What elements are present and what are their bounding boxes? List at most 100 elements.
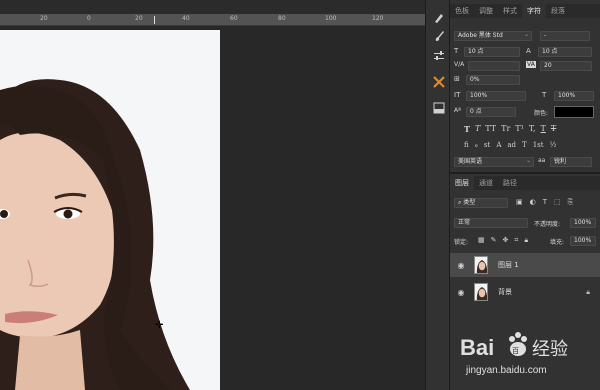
visibility-eye-icon[interactable]: ◉ xyxy=(454,288,468,297)
adjustment-filter-icon[interactable]: ◐ xyxy=(530,198,536,207)
small-caps-button[interactable]: Tr xyxy=(501,124,510,135)
layer-name[interactable]: 背景 xyxy=(498,287,512,297)
shape-filter-icon[interactable]: ⬚ xyxy=(554,198,561,207)
stylistic-alternates-button[interactable]: ad xyxy=(507,141,516,152)
faux-bold-button[interactable]: T xyxy=(464,124,470,135)
scale-icon: ⊞ xyxy=(454,75,460,83)
lock-position-icon[interactable]: ✥ xyxy=(503,236,509,245)
layer-row[interactable]: ◉ 图层 1 xyxy=(450,253,600,277)
layer-row[interactable]: ◉ 背景 🔒︎ xyxy=(450,280,600,304)
lock-transparent-icon[interactable]: ▦ xyxy=(478,236,485,245)
opentype-buttons: fi ℴ st A ad T 1st ½ xyxy=(464,141,556,152)
filter-kind-label: 类型 xyxy=(463,199,476,206)
document-canvas[interactable] xyxy=(0,30,220,390)
font-size-icon: T xyxy=(454,47,459,55)
discretionary-ligatures-button[interactable]: st xyxy=(484,141,490,152)
tracking-field[interactable]: 20 xyxy=(540,61,592,71)
brush-icon[interactable] xyxy=(431,28,446,43)
horizontal-scale-icon: T xyxy=(542,91,547,99)
layer-name[interactable]: 图层 1 xyxy=(498,260,519,270)
leading-field[interactable]: 10 点 xyxy=(538,47,592,57)
contextual-alternates-button[interactable]: ℴ xyxy=(475,141,478,152)
tab-layers[interactable]: 图层 xyxy=(450,176,474,190)
move-cursor-icon: ✛ xyxy=(155,320,164,331)
strikethrough-button[interactable]: T xyxy=(551,124,556,135)
kerning-field[interactable] xyxy=(468,61,520,71)
horizontal-scale-field[interactable]: 100% xyxy=(554,91,594,101)
fill-field[interactable]: 100% xyxy=(570,236,596,246)
color-label: 颜色: xyxy=(534,110,549,117)
underline-button[interactable]: T xyxy=(541,124,546,135)
antialias-label: aa xyxy=(538,157,546,164)
history-brush-icon[interactable] xyxy=(431,10,446,25)
layer-filter-select[interactable]: ⌕ 类型 xyxy=(454,198,508,208)
character-tabs: 色板 调整 样式 字符 段落 xyxy=(450,4,600,18)
tab-paths[interactable]: 路径 xyxy=(498,176,522,190)
tools-icon[interactable] xyxy=(431,74,446,89)
superscript-button[interactable]: T¹ xyxy=(515,124,524,135)
lock-icon: 🔒︎ xyxy=(586,287,590,296)
ruler-label: 120 xyxy=(372,15,384,22)
sliders-icon[interactable] xyxy=(431,48,446,63)
lock-label: 锁定: xyxy=(454,239,469,246)
swash-button[interactable]: A xyxy=(496,141,501,152)
ruler-label: 0 xyxy=(87,15,91,22)
svg-text:百: 百 xyxy=(512,347,519,355)
panel-icon-strip xyxy=(425,0,450,390)
image-filter-icon[interactable]: ▣ xyxy=(516,198,523,207)
ruler-label: 40 xyxy=(182,15,190,22)
lock-artboard-icon[interactable]: ⌗ xyxy=(514,236,518,245)
ruler-label: 60 xyxy=(230,15,238,22)
vertical-scale-icon: IT xyxy=(454,91,461,99)
tab-styles[interactable]: 样式 xyxy=(498,4,522,18)
tab-channels[interactable]: 通道 xyxy=(474,176,498,190)
chevron-down-icon: ⌄ xyxy=(524,31,530,38)
ordinals-button[interactable]: 1st xyxy=(533,141,544,152)
svg-text:经验: 经验 xyxy=(532,339,568,360)
type-style-buttons: T T TT Tr T¹ T, T T xyxy=(464,124,556,135)
svg-text:jingyan.baidu.com: jingyan.baidu.com xyxy=(465,365,547,376)
tab-adjustments[interactable]: 调整 xyxy=(474,4,498,18)
ruler-label: 20 xyxy=(135,15,143,22)
all-caps-button[interactable]: TT xyxy=(485,124,496,135)
subscript-button[interactable]: T, xyxy=(529,124,536,135)
visibility-eye-icon[interactable]: ◉ xyxy=(454,261,468,270)
font-family-select[interactable]: Adobe 黑体 Std xyxy=(454,31,532,41)
baseline-icon: Aª xyxy=(454,107,461,114)
fractions-button[interactable]: ½ xyxy=(550,141,557,152)
options-bar xyxy=(0,0,425,14)
lock-paint-icon[interactable]: ✎ xyxy=(491,236,497,245)
layer-filter-icons: ▣ ◐ T ⬚ ⎘ xyxy=(516,198,573,207)
baidu-logo: Bai 百 经验 jingyan.baidu.com xyxy=(460,332,568,376)
text-color-swatch[interactable] xyxy=(554,106,594,118)
baidu-watermark: Bai 百 经验 jingyan.baidu.com xyxy=(460,325,600,385)
language-select[interactable]: 美国英语 xyxy=(454,157,534,167)
type-filter-icon[interactable]: T xyxy=(543,198,547,207)
tab-character[interactable]: 字符 xyxy=(522,4,546,18)
tab-paragraph[interactable]: 段落 xyxy=(546,4,570,18)
faux-italic-button[interactable]: T xyxy=(475,124,480,135)
leading-icon: A xyxy=(526,47,531,55)
ruler-label: 80 xyxy=(278,15,286,22)
scale-field[interactable]: 0% xyxy=(466,75,520,85)
kerning-label: V/A xyxy=(454,61,465,68)
ligatures-button[interactable]: fi xyxy=(464,141,469,152)
lock-all-icon[interactable]: 🔒︎ xyxy=(524,236,528,245)
opacity-label: 不透明度: xyxy=(534,221,561,228)
baseline-shift-field[interactable]: 0 点 xyxy=(466,107,516,117)
ruler-marker xyxy=(154,16,155,24)
layer-thumbnail xyxy=(474,283,488,301)
opacity-field[interactable]: 100% xyxy=(570,218,596,228)
fill-label: 填充: xyxy=(550,239,565,246)
lock-buttons: ▦ ✎ ✥ ⌗ 🔒︎ xyxy=(478,236,528,245)
blend-mode-select[interactable]: 正常 xyxy=(454,218,528,228)
panel-toggle-icon[interactable] xyxy=(431,100,446,115)
antialias-select[interactable]: 锐利 xyxy=(550,157,592,167)
smart-object-filter-icon[interactable]: ⎘ xyxy=(568,198,574,207)
vertical-scale-field[interactable]: 100% xyxy=(466,91,526,101)
font-size-field[interactable]: 10 点 xyxy=(464,47,520,57)
titling-alternates-button[interactable]: T xyxy=(522,141,527,152)
tab-swatches[interactable]: 色板 xyxy=(450,4,474,18)
font-style-select[interactable]: - xyxy=(540,31,590,41)
ruler-label: 20 xyxy=(40,15,48,22)
